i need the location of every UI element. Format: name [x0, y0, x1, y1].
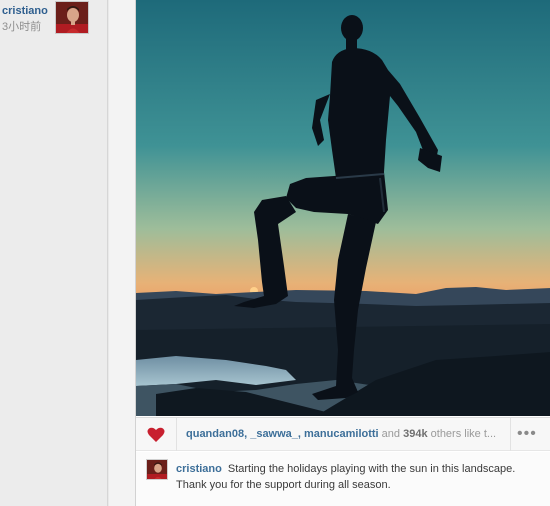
more-dots-icon[interactable]: •••: [517, 426, 547, 443]
gutter: [109, 0, 135, 506]
likes-count[interactable]: 394k: [403, 428, 427, 440]
caption-text: cristiano Starting the holidays playing w…: [176, 461, 546, 493]
likes-and: and: [381, 428, 401, 440]
heart-icon[interactable]: [146, 425, 166, 445]
post-timestamp: 3小时前: [2, 21, 42, 33]
liker-username[interactable]: quandan08: [186, 428, 244, 440]
avatar-image: [147, 460, 167, 479]
liker-username[interactable]: _sawwa_: [250, 428, 298, 440]
more-divider: [510, 418, 511, 451]
liker-username[interactable]: manucamilotti: [304, 428, 379, 440]
author-avatar[interactable]: [55, 1, 89, 34]
likes-bar: quandan08, _sawwa_, manucamilotti and 39…: [136, 417, 550, 451]
caption-avatar[interactable]: [146, 459, 168, 480]
photo-image: [136, 0, 550, 416]
author-username[interactable]: cristiano: [2, 5, 48, 17]
likes-suffix: others like t...: [430, 428, 497, 440]
post-photo[interactable]: [136, 0, 550, 416]
avatar-image: [56, 2, 88, 33]
likes-summary: quandan08, _sawwa_, manucamilotti and 39…: [186, 428, 497, 440]
caption-username[interactable]: cristiano: [176, 463, 222, 475]
likes-divider: [176, 418, 177, 451]
caption-body: Starting the holidays playing with the s…: [176, 463, 516, 491]
caption-area: cristiano Starting the holidays playing w…: [136, 452, 550, 506]
left-column: cristiano 3小时前: [0, 0, 108, 506]
post-card: quandan08, _sawwa_, manucamilotti and 39…: [135, 0, 550, 506]
